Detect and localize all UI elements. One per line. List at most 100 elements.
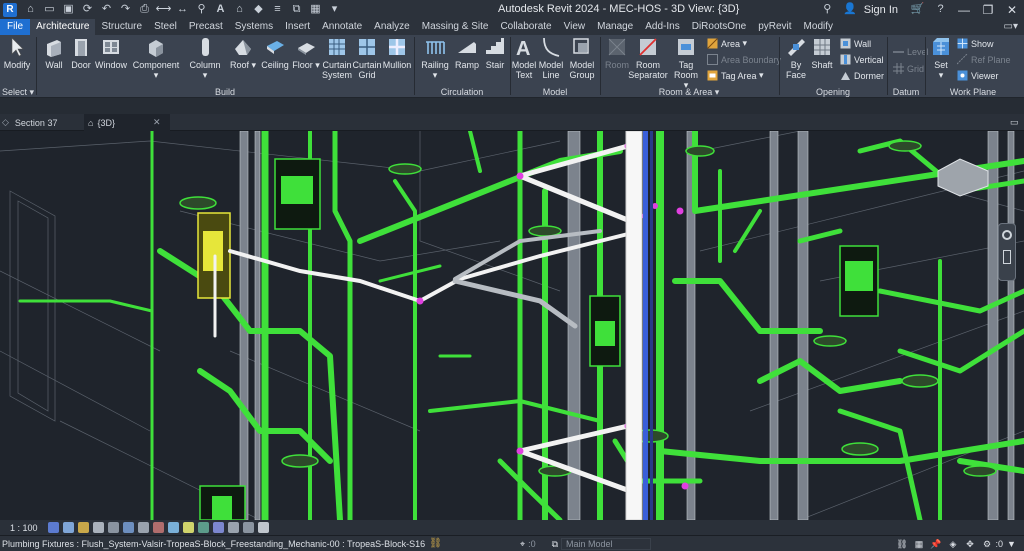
- tab-add-ins[interactable]: Add-Ins: [639, 19, 685, 35]
- visual-style-icon[interactable]: [62, 522, 74, 533]
- drag-elements-icon[interactable]: ✥: [964, 539, 975, 550]
- editable-only-icon[interactable]: ⧉: [552, 539, 558, 550]
- view-tab-menu-icon[interactable]: ▭: [1010, 114, 1022, 131]
- column-button[interactable]: Column ▾: [187, 36, 223, 80]
- minimize-button[interactable]: —: [952, 3, 976, 17]
- room-area-panel-title[interactable]: Room & Area ▾: [600, 87, 778, 98]
- area-boundary-button[interactable]: Area Boundary: [707, 54, 781, 65]
- tab-view[interactable]: View: [558, 19, 592, 35]
- select-links-icon[interactable]: ⛓: [896, 539, 907, 550]
- crop-view-icon[interactable]: [122, 522, 134, 533]
- reveal-hidden-icon[interactable]: [182, 522, 194, 533]
- stair-button[interactable]: Stair: [482, 36, 508, 70]
- tab-structure[interactable]: Structure: [95, 19, 148, 35]
- ramp-button[interactable]: Ramp: [454, 36, 480, 70]
- reveal-constraints-icon[interactable]: [227, 522, 239, 533]
- tab-manage[interactable]: Manage: [591, 19, 639, 35]
- close-view-tab-icon[interactable]: ✕: [153, 117, 161, 128]
- sync-icon[interactable]: ⟳: [80, 2, 95, 17]
- wall-button[interactable]: Wall: [41, 36, 67, 70]
- highlight-displacement-icon[interactable]: [212, 522, 224, 533]
- model-group-button[interactable]: Model Group: [567, 36, 597, 80]
- ceiling-button[interactable]: Ceiling: [260, 36, 290, 70]
- filter-icon[interactable]: ▼: [1006, 539, 1017, 550]
- zoom-icon[interactable]: [1003, 250, 1011, 264]
- home-icon[interactable]: ⌂: [23, 2, 38, 17]
- restore-button[interactable]: ❐: [976, 3, 1000, 17]
- revit-logo-icon[interactable]: R: [3, 2, 17, 17]
- railing-button[interactable]: Railing ▾: [420, 36, 450, 80]
- steering-wheel-icon[interactable]: [1002, 230, 1012, 240]
- sign-in-link[interactable]: Sign In: [864, 4, 898, 16]
- modify-button[interactable]: Modify: [3, 36, 31, 70]
- select-dropdown[interactable]: Select ▾: [2, 87, 36, 98]
- tag-area-button[interactable]: Tag Area ▾: [707, 70, 764, 81]
- component-button[interactable]: Component ▾: [133, 36, 179, 80]
- tab-collaborate[interactable]: Collaborate: [494, 19, 557, 35]
- tag-room-button[interactable]: Tag Room ▾: [672, 36, 700, 90]
- family-edit-icon[interactable]: ⛓: [429, 538, 442, 549]
- tab-pyrevit[interactable]: pyRevit: [752, 19, 797, 35]
- tab-dirootsone[interactable]: DiRootsOne: [686, 19, 752, 35]
- render-icon[interactable]: [107, 522, 119, 533]
- viewer-button[interactable]: Viewer: [957, 70, 998, 81]
- dimension-icon[interactable]: ↔: [175, 2, 190, 17]
- more-view-controls-icon[interactable]: [257, 522, 269, 533]
- tab-architecture[interactable]: Architecture: [30, 19, 96, 35]
- close-button[interactable]: ✕: [1000, 3, 1024, 17]
- 3d-view-icon[interactable]: ⌂: [232, 2, 247, 17]
- model-text-button[interactable]: A Model Text: [511, 36, 537, 80]
- switch-windows-icon[interactable]: ▦: [308, 2, 323, 17]
- floor-button[interactable]: Floor ▾: [292, 36, 320, 70]
- by-face-button[interactable]: By Face: [783, 36, 809, 80]
- tab-steel[interactable]: Steel: [148, 19, 183, 35]
- grid-button[interactable]: Grid: [893, 63, 924, 74]
- tab-file[interactable]: File: [0, 19, 31, 35]
- vertical-opening-button[interactable]: Vertical: [840, 54, 884, 65]
- view-tab-section-37[interactable]: ◇ Section 37: [2, 114, 84, 131]
- shadows-icon[interactable]: [92, 522, 104, 533]
- area-button[interactable]: Area ▾: [707, 38, 747, 49]
- help-icon[interactable]: ?: [933, 2, 948, 17]
- text-icon[interactable]: A: [213, 2, 228, 17]
- design-options-label[interactable]: Main Model: [561, 538, 652, 550]
- room-separator-button[interactable]: Room Separator: [628, 36, 668, 80]
- tag-icon[interactable]: ⚲: [194, 2, 209, 17]
- tab-massing-site[interactable]: Massing & Site: [416, 19, 495, 35]
- curtain-grid-button[interactable]: Curtain Grid: [352, 36, 382, 80]
- detail-level-icon[interactable]: [47, 522, 59, 533]
- worksets-icon[interactable]: ⌖: [520, 539, 525, 550]
- set-work-plane-button[interactable]: Set ▾: [928, 36, 954, 80]
- tab-analyze[interactable]: Analyze: [368, 19, 416, 35]
- model-line-button[interactable]: Model Line: [538, 36, 564, 80]
- close-hidden-icon[interactable]: ⧉: [289, 2, 304, 17]
- dormer-button[interactable]: Dormer: [840, 70, 884, 81]
- show-work-plane-button[interactable]: Show: [957, 38, 994, 49]
- tab-annotate[interactable]: Annotate: [316, 19, 368, 35]
- temporary-hide-icon[interactable]: [167, 522, 179, 533]
- background-process-icon[interactable]: ⚙: [981, 539, 992, 550]
- tab-modify[interactable]: Modify: [798, 19, 839, 35]
- room-button[interactable]: Room: [603, 36, 631, 70]
- ribbon-minimize-icon[interactable]: ▭▾: [998, 19, 1024, 35]
- ref-plane-button[interactable]: Ref Plane: [957, 54, 1011, 65]
- select-by-face-icon[interactable]: ◈: [947, 539, 958, 550]
- tab-insert[interactable]: Insert: [279, 19, 316, 35]
- analytical-model-icon[interactable]: [197, 522, 209, 533]
- user-icon[interactable]: 👤: [843, 2, 858, 17]
- roof-button[interactable]: Roof ▾: [228, 36, 258, 70]
- sun-path-icon[interactable]: [77, 522, 89, 533]
- show-crop-icon[interactable]: [137, 522, 149, 533]
- 3d-viewport[interactable]: [0, 131, 1024, 520]
- wall-opening-button[interactable]: Wall: [840, 38, 871, 49]
- view-scale[interactable]: 1 : 100: [10, 523, 38, 533]
- curtain-system-button[interactable]: Curtain System: [322, 36, 352, 80]
- measure-icon[interactable]: ⟷: [156, 2, 172, 17]
- navigation-bar[interactable]: [998, 223, 1016, 281]
- select-underlay-icon[interactable]: ▦: [913, 539, 924, 550]
- redo-icon[interactable]: ↷: [118, 2, 133, 17]
- cart-icon[interactable]: 🛒: [910, 2, 925, 17]
- save-icon[interactable]: ▣: [61, 2, 76, 17]
- thin-lines-icon[interactable]: ≡: [270, 2, 285, 17]
- tab-systems[interactable]: Systems: [229, 19, 279, 35]
